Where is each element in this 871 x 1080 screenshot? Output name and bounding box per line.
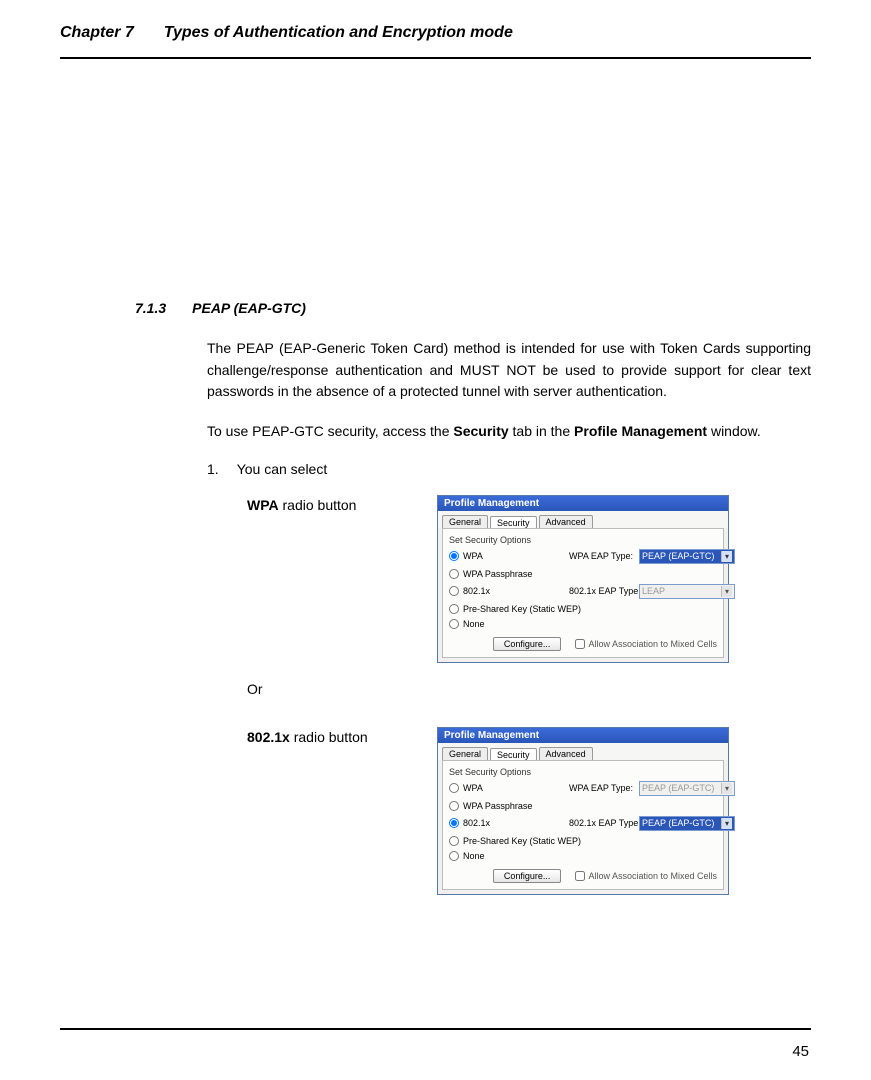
dialog-title: Profile Management	[438, 496, 728, 511]
paragraph-1: The PEAP (EAP-Generic Token Card) method…	[207, 338, 811, 403]
chapter-title: Types of Authentication and Encryption m…	[164, 24, 513, 42]
configure-button[interactable]: Configure...	[493, 637, 562, 651]
profile-dialog-8021x: Profile Management General Security Adva…	[437, 727, 729, 895]
radio-8021x[interactable]: 802.1x	[449, 586, 569, 596]
8021x-eap-combo: LEAP▾	[639, 584, 735, 599]
page-number: 45	[792, 1043, 809, 1060]
radio-wpa-passphrase[interactable]: WPA Passphrase	[449, 569, 569, 579]
wpa-eap-combo[interactable]: PEAP (EAP-GTC)▾	[639, 549, 735, 564]
8021x-eap-label: 802.1x EAP Type:	[569, 586, 639, 596]
radio-none[interactable]: None	[449, 619, 569, 629]
radio-psk[interactable]: Pre-Shared Key (Static WEP)	[449, 836, 569, 846]
chevron-down-icon: ▾	[721, 818, 732, 829]
chevron-down-icon: ▾	[721, 783, 732, 794]
wpa-eap-label: WPA EAP Type:	[569, 783, 639, 793]
8021x-eap-label: 802.1x EAP Type:	[569, 818, 639, 828]
chapter-label: Chapter 7	[60, 24, 134, 42]
footer-divider	[60, 1028, 811, 1030]
section-number: 7.1.3	[135, 300, 166, 316]
option-8021x-label: 802.1x radio button	[247, 727, 417, 745]
tab-advanced[interactable]: Advanced	[539, 515, 593, 528]
section-title: PEAP (EAP-GTC)	[192, 300, 306, 316]
radio-wpa[interactable]: WPA	[449, 551, 569, 561]
tab-advanced[interactable]: Advanced	[539, 747, 593, 760]
radio-none[interactable]: None	[449, 851, 569, 861]
tab-general[interactable]: General	[442, 747, 488, 760]
wpa-eap-combo: PEAP (EAP-GTC)▾	[639, 781, 735, 796]
8021x-eap-combo[interactable]: PEAP (EAP-GTC)▾	[639, 816, 735, 831]
or-separator: Or	[247, 681, 811, 697]
wpa-eap-label: WPA EAP Type:	[569, 551, 639, 561]
list-text: You can select	[237, 461, 328, 477]
fieldset-label: Set Security Options	[449, 535, 717, 545]
chevron-down-icon: ▾	[721, 586, 732, 597]
dialog-title: Profile Management	[438, 728, 728, 743]
profile-dialog-wpa: Profile Management General Security Adva…	[437, 495, 729, 663]
radio-8021x[interactable]: 802.1x	[449, 818, 569, 828]
allow-mixed-checkbox[interactable]: Allow Association to Mixed Cells	[575, 871, 717, 881]
radio-wpa-passphrase[interactable]: WPA Passphrase	[449, 801, 569, 811]
option-wpa-label: WPA radio button	[247, 495, 417, 513]
chevron-down-icon: ▾	[721, 551, 732, 562]
header-divider	[60, 57, 811, 59]
tab-general[interactable]: General	[442, 515, 488, 528]
fieldset-label: Set Security Options	[449, 767, 717, 777]
paragraph-2: To use PEAP-GTC security, access the Sec…	[207, 421, 811, 443]
list-number: 1.	[207, 461, 219, 477]
radio-psk[interactable]: Pre-Shared Key (Static WEP)	[449, 604, 569, 614]
allow-mixed-checkbox[interactable]: Allow Association to Mixed Cells	[575, 639, 717, 649]
radio-wpa[interactable]: WPA	[449, 783, 569, 793]
configure-button[interactable]: Configure...	[493, 869, 562, 883]
